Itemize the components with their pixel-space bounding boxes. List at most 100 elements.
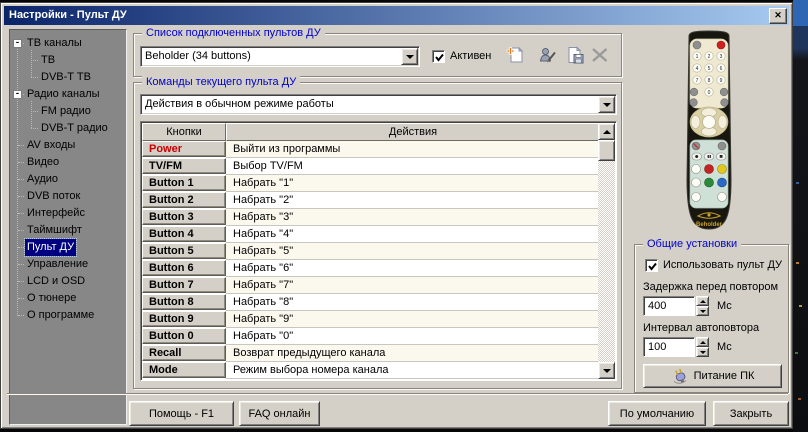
sidebar-item-интерфейс[interactable]: Интерфейс xyxy=(10,205,126,222)
sidebar-item-label: Радио каналы xyxy=(25,86,102,103)
close-icon[interactable]: ✕ xyxy=(769,8,787,24)
action-cell[interactable]: Выйти из программы xyxy=(226,141,598,158)
button-name-cell[interactable]: Mode xyxy=(142,362,226,378)
button-name-cell[interactable]: Button 4 xyxy=(142,226,226,242)
sidebar-item-dvb-t-тв[interactable]: DVB-T ТВ xyxy=(10,69,126,86)
action-cell[interactable]: Набрать "6" xyxy=(226,260,598,277)
sidebar-item-аудио[interactable]: Аудио xyxy=(10,171,126,188)
repeat-delay-label: Задержка перед повтором xyxy=(643,281,778,293)
scrollbar-track[interactable] xyxy=(598,140,615,362)
mode-select[interactable]: Действия в обычном режиме работы xyxy=(140,94,617,115)
tree-collapse-icon[interactable]: - xyxy=(13,39,22,48)
faq-button[interactable]: FAQ онлайн xyxy=(239,401,320,426)
scroll-up-icon[interactable] xyxy=(598,123,615,140)
button-name-cell[interactable]: Button 8 xyxy=(142,294,226,310)
vertical-scrollbar[interactable] xyxy=(598,123,615,379)
repeat-interval-unit: Мс xyxy=(717,337,732,357)
sidebar-item-lcd-и-osd[interactable]: LCD и OSD xyxy=(10,273,126,290)
delete-remote-icon[interactable] xyxy=(589,44,611,66)
action-cell[interactable]: Набрать "7" xyxy=(226,277,598,294)
sidebar-item-видео[interactable]: Видео xyxy=(10,154,126,171)
action-cell[interactable]: Набрать "3" xyxy=(226,209,598,226)
general-group: Общие установки Использовать пульт ДУ За… xyxy=(634,244,789,393)
button-name-cell[interactable]: Power xyxy=(142,141,226,157)
header-actions[interactable]: Действия xyxy=(226,123,600,141)
sidebar-item-label: DVB-T радио xyxy=(39,120,110,137)
spin-up-icon[interactable] xyxy=(696,296,709,306)
sidebar-item-пульт-ду[interactable]: Пульт ДУ xyxy=(10,239,126,256)
sidebar-item-тв-каналы[interactable]: -ТВ каналы xyxy=(10,35,126,52)
sidebar: -ТВ каналыТВDVB-T ТВ-Радио каналыFM ради… xyxy=(9,29,127,425)
pc-power-button[interactable]: Питание ПК xyxy=(643,364,782,388)
sidebar-item-тв[interactable]: ТВ xyxy=(10,52,126,69)
help-button[interactable]: Помощь - F1 xyxy=(129,401,234,426)
close-button[interactable]: Закрыть xyxy=(713,401,789,426)
sidebar-item-о-программе[interactable]: О программе xyxy=(10,307,126,324)
defaults-button-label: По умолчанию xyxy=(620,408,694,420)
table-row: Button 4Набрать "4" xyxy=(142,226,598,243)
scroll-down-icon[interactable] xyxy=(598,362,615,379)
button-name-cell[interactable]: TV/FM xyxy=(142,158,226,174)
button-name-cell[interactable]: Button 2 xyxy=(142,192,226,208)
button-name-cell[interactable]: Button 7 xyxy=(142,277,226,293)
repeat-delay-input[interactable] xyxy=(643,296,695,316)
spin-up-icon[interactable] xyxy=(696,337,709,347)
sidebar-item-av-входы[interactable]: AV входы xyxy=(10,137,126,154)
close-button-label: Закрыть xyxy=(730,408,772,420)
sidebar-item-label: О программе xyxy=(25,307,96,324)
action-cell[interactable]: Выбор TV/FM xyxy=(226,158,598,175)
sidebar-item-радио-каналы[interactable]: -Радио каналы xyxy=(10,86,126,103)
sidebar-item-label: DVB поток xyxy=(25,188,82,205)
commands-group-title: Команды текущего пульта ДУ xyxy=(142,75,300,89)
sidebar-item-таймшифт[interactable]: Таймшифт xyxy=(10,222,126,239)
spin-down-icon[interactable] xyxy=(696,306,709,316)
action-cell[interactable]: Набрать "8" xyxy=(226,294,598,311)
defaults-button[interactable]: По умолчанию xyxy=(608,401,706,426)
sidebar-item-dvb-поток[interactable]: DVB поток xyxy=(10,188,126,205)
button-name-cell[interactable]: Button 9 xyxy=(142,311,226,327)
repeat-interval-label: Интервал автоповтора xyxy=(643,322,759,334)
action-cell[interactable]: Режим выбора номера канала xyxy=(226,362,598,379)
tree-collapse-icon[interactable]: - xyxy=(13,90,22,99)
button-name-cell[interactable]: Button 6 xyxy=(142,260,226,276)
action-cell[interactable]: Возврат предыдущего канала xyxy=(226,345,598,362)
button-name-cell[interactable]: Button 1 xyxy=(142,175,226,191)
remote-brand-label: Beholder xyxy=(696,222,723,228)
sidebar-item-label: LCD и OSD xyxy=(25,273,87,290)
footer-divider xyxy=(7,393,788,395)
action-cell[interactable]: Набрать "0" xyxy=(226,328,598,345)
sidebar-item-управление[interactable]: Управление xyxy=(10,256,126,273)
active-checkbox[interactable] xyxy=(432,50,445,63)
save-remote-icon[interactable] xyxy=(564,44,586,66)
action-cell[interactable]: Набрать "2" xyxy=(226,192,598,209)
table-row: Button 5Набрать "5" xyxy=(142,243,598,260)
general-group-title: Общие установки xyxy=(643,237,741,251)
edit-remote-icon[interactable] xyxy=(537,44,559,66)
button-name-cell[interactable]: Recall xyxy=(142,345,226,361)
table-row: Button 0Набрать "0" xyxy=(142,328,598,345)
table-row: RecallВозврат предыдущего канала xyxy=(142,345,598,362)
action-cell[interactable]: Набрать "4" xyxy=(226,226,598,243)
sidebar-item-о-тюнере[interactable]: О тюнере xyxy=(10,290,126,307)
action-cell[interactable]: Набрать "5" xyxy=(226,243,598,260)
use-remote-label: Использовать пульт ДУ xyxy=(663,258,782,273)
help-button-label: Помощь - F1 xyxy=(149,408,214,420)
button-name-cell[interactable]: Button 5 xyxy=(142,243,226,259)
repeat-interval-input[interactable] xyxy=(643,337,695,357)
scrollbar-thumb[interactable] xyxy=(598,140,615,161)
header-buttons[interactable]: Кнопки xyxy=(142,123,226,141)
table-row: TV/FMВыбор TV/FM xyxy=(142,158,598,175)
button-name-cell[interactable]: Button 3 xyxy=(142,209,226,225)
action-cell[interactable]: Набрать "1" xyxy=(226,175,598,192)
use-remote-checkbox[interactable] xyxy=(645,259,658,272)
chevron-down-icon[interactable] xyxy=(401,48,418,65)
spin-down-icon[interactable] xyxy=(696,347,709,357)
titlebar[interactable]: Настройки - Пульт ДУ ✕ xyxy=(4,6,789,25)
sidebar-item-dvb-t-радио[interactable]: DVB-T радио xyxy=(10,120,126,137)
action-cell[interactable]: Набрать "9" xyxy=(226,311,598,328)
remote-select[interactable]: Beholder (34 buttons) xyxy=(140,46,420,67)
chevron-down-icon[interactable] xyxy=(598,96,615,113)
new-remote-icon[interactable] xyxy=(504,44,526,66)
sidebar-item-fm-радио[interactable]: FM радио xyxy=(10,103,126,120)
button-name-cell[interactable]: Button 0 xyxy=(142,328,226,344)
